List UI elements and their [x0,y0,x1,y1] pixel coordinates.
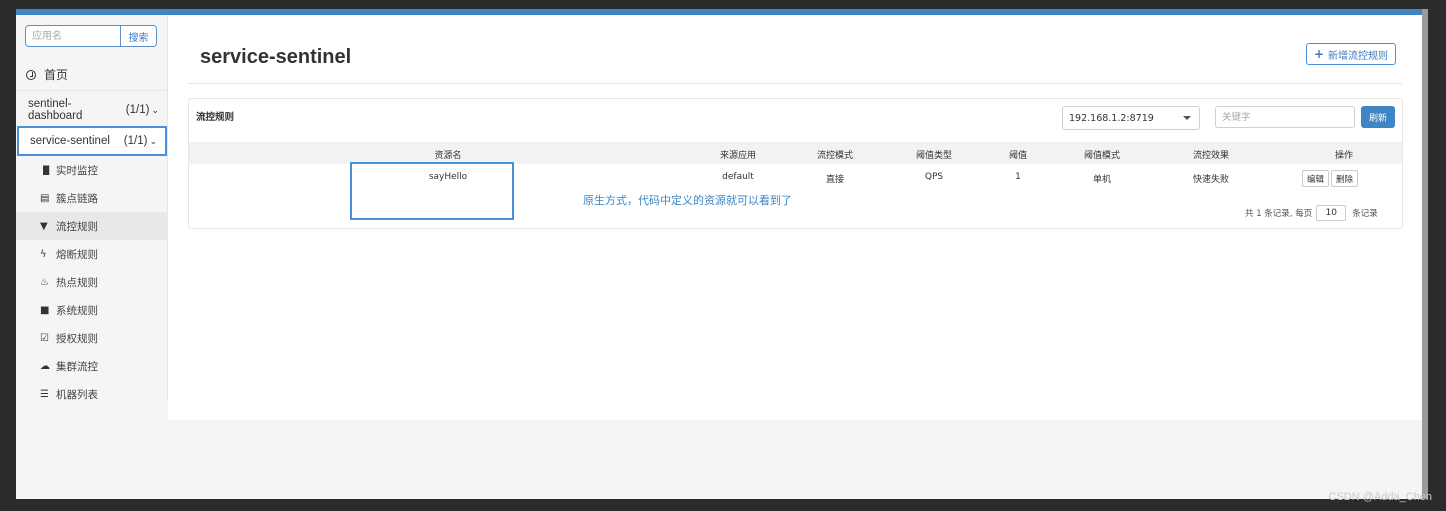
menu-item-system-rules[interactable]: ■ 系统规则 [16,296,168,324]
menu-item-authority-rules[interactable]: ☑ 授权规则 [16,324,168,352]
plus-icon: + [1313,47,1325,61]
app-name: service-sentinel [30,135,110,147]
menu-label: 热点规则 [56,276,98,289]
check-icon: ☑ [40,332,49,344]
app-search: 搜索 [25,25,157,47]
cell-cluster-mode: 单机 [1092,175,1112,185]
lock-icon: ■ [40,304,50,316]
annotation-highlight-box [350,162,514,220]
chevron-down-icon: ⌄ [149,136,157,146]
app-search-input[interactable] [25,25,121,47]
menu-label: 授权规则 [56,332,98,345]
col-count: 阈值 [1008,151,1028,161]
menu-item-flow-rules[interactable]: ▼ 流控规则 [16,212,168,240]
refresh-button[interactable]: 刷新 [1361,106,1395,128]
scrollbar[interactable] [1422,9,1428,499]
app-name: sentinel-dashboard [28,98,83,122]
col-control-behavior: 流控效果 [1192,151,1230,161]
cell-count: 1 [1015,172,1021,182]
sidebar: 搜索 首页 sentinel-dashboard (1/1)⌄ service-… [16,15,168,401]
cell-grade: QPS [924,172,944,182]
cell-strategy: 直接 [825,175,845,185]
col-operations: 操作 [1334,151,1354,161]
app-count: (1/1) [125,104,150,116]
keyword-input[interactable] [1215,106,1355,128]
menu-item-cluster-flow[interactable]: ☁ 集群流控 [16,352,168,380]
col-grade: 阈值类型 [915,151,953,161]
col-strategy: 流控模式 [816,151,854,161]
app-item-service-sentinel[interactable]: service-sentinel (1/1) ⌄ [17,126,167,156]
menu-label: 系统规则 [56,304,98,317]
add-flow-rule-button[interactable]: + 新增流控规则 [1306,43,1396,65]
pagination: 共 1 条记录, 每页 10 条记录 [1245,205,1378,221]
machine-select-value: 192.168.1.2:8719 [1069,112,1154,124]
table-header: 资源名 来源应用 流控模式 阈值类型 阈值 阈值模式 流控效果 操作 [189,142,1402,164]
panel-title: 流控规则 [196,112,235,123]
page-title: service-sentinel [200,46,352,68]
home-label: 首页 [44,68,69,82]
dashboard-icon [26,69,36,80]
annotation-text: 原生方式，代码中定义的资源就可以看到了 [583,194,792,207]
delete-button[interactable]: 删除 [1331,170,1359,187]
col-limit-app: 来源应用 [719,151,757,161]
bar-chart-icon: ▐▌ [40,165,53,175]
cell-control-behavior: 快速失败 [1192,175,1230,185]
menu-item-realtime-monitor[interactable]: ▐▌ 实时监控 [16,156,168,184]
sidebar-item-home[interactable]: 首页 [16,59,168,91]
divider [188,83,1402,84]
menu-label: 簇点链路 [56,192,98,205]
fire-icon: ♨ [40,276,49,288]
col-resource: 资源名 [434,151,462,161]
caret-down-icon [1183,116,1191,120]
pager-total: 共 1 条记录, 每页 [1245,209,1313,219]
browser-viewport: 搜索 首页 sentinel-dashboard (1/1)⌄ service-… [16,9,1422,499]
app-item-sentinel-dashboard[interactable]: sentinel-dashboard (1/1) ⌄ [16,95,168,125]
watermark: CSDN @Adda_Chen [1328,491,1433,503]
app-search-button[interactable]: 搜索 [121,25,157,47]
th-list-icon: ☰ [40,388,49,400]
cloud-icon: ☁ [40,360,50,372]
add-rule-label: 新增流控规则 [1328,50,1389,62]
menu-label: 流控规则 [56,220,98,233]
menu-item-param-flow-rules[interactable]: ♨ 热点规则 [16,268,168,296]
pager-unit: 条记录 [1352,209,1378,219]
machine-select[interactable]: 192.168.1.2:8719 [1062,106,1200,130]
menu-label: 机器列表 [56,388,98,401]
cell-limit-app: default [722,172,754,182]
menu-item-degrade-rules[interactable]: ϟ 熔断规则 [16,240,168,268]
menu-item-machine-list[interactable]: ☰ 机器列表 [16,380,168,408]
col-cluster-mode: 阈值模式 [1083,151,1121,161]
menu-label: 熔断规则 [56,248,98,261]
app-count: (1/1) [123,135,148,147]
menu-item-cluster-link[interactable]: ▤ 簇点链路 [16,184,168,212]
chevron-down-icon: ⌄ [151,105,159,115]
filter-icon: ▼ [40,220,48,232]
menu-label: 集群流控 [56,360,98,373]
flash-icon: ϟ [40,248,47,260]
edit-button[interactable]: 编辑 [1302,170,1330,187]
menu-label: 实时监控 [56,164,98,177]
page-size-input[interactable]: 10 [1316,205,1347,221]
list-alt-icon: ▤ [40,192,50,204]
